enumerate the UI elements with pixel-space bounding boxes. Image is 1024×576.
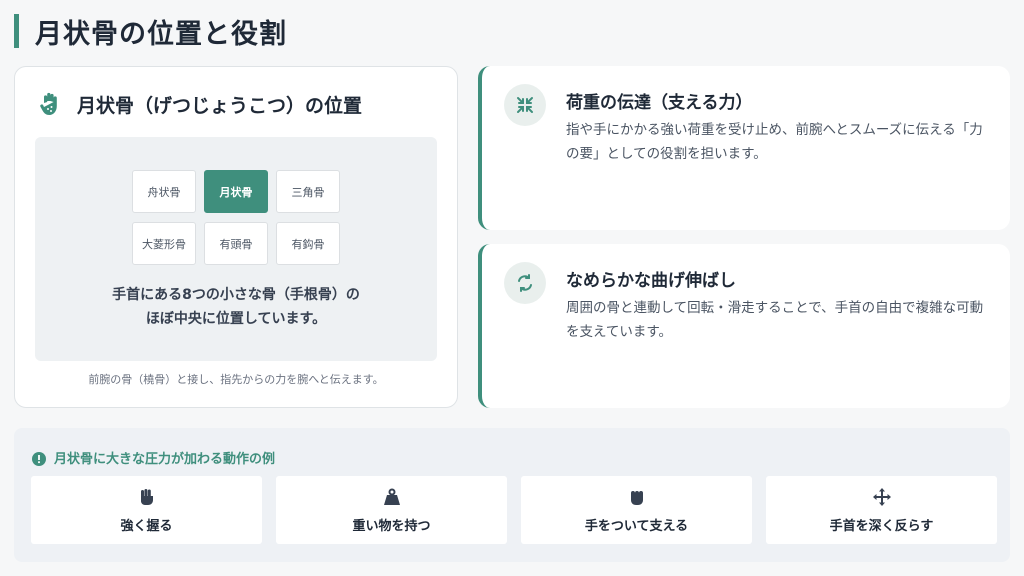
- example-extend: 手首を深く反らす: [766, 476, 997, 544]
- bone-lunate-highlighted: 月状骨: [204, 170, 268, 213]
- bone-triquetrum: 三角骨: [276, 170, 340, 213]
- example-lift: 重い物を持つ: [276, 476, 507, 544]
- rotate-icon: [504, 262, 546, 304]
- role-title-load: 荷重の伝達（支える力）: [566, 93, 753, 113]
- example-grip: 強く握る: [31, 476, 262, 544]
- bone-caption-line1: 手首にある8つの小さな骨（手根骨）の: [112, 287, 360, 303]
- bone-caption-line2: ほぼ中央に位置しています。: [145, 311, 327, 327]
- role-text-motion: 周囲の骨と連動して回転・滑走することで、手首の自由で複雑な可動を支えています。: [566, 300, 984, 340]
- role-text-load: 指や手にかかる強い荷重を受け止め、前腕へとスムーズに伝える「力の要」としての役割…: [566, 122, 983, 162]
- position-card: 月状骨（げつじょうこつ）の位置 舟状骨 月状骨 三角骨 大菱形骨 有頭骨 有鈎骨…: [14, 66, 458, 408]
- compress-icon: [504, 84, 546, 126]
- position-note: 前腕の骨（橈骨）と接し、指先からの力を腕へと伝えます。: [88, 373, 384, 386]
- position-card-title: 月状骨（げつじょうこつ）の位置: [77, 94, 363, 117]
- arrows-move-icon: [872, 487, 892, 507]
- role-card-load: 荷重の伝達（支える力） 指や手にかかる強い荷重を受け止め、前腕へとスムーズに伝え…: [478, 66, 1010, 230]
- bone-capitate: 有頭骨: [204, 222, 268, 265]
- examples-header: 月状骨に大きな圧力が加わる動作の例: [32, 448, 275, 467]
- examples-title: 月状骨に大きな圧力が加わる動作の例: [54, 452, 276, 467]
- hand-rock-icon: [627, 487, 647, 507]
- position-card-header: 月状骨（げつじょうこつ）の位置: [37, 89, 362, 119]
- example-extend-label: 手首を深く反らす: [829, 518, 934, 534]
- fist-icon: [137, 487, 157, 507]
- bone-trapezium: 大菱形骨: [132, 222, 196, 265]
- example-support-label: 手をついて支える: [584, 518, 689, 534]
- carpal-bone-grid: 舟状骨 月状骨 三角骨 大菱形骨 有頭骨 有鈎骨: [132, 170, 340, 265]
- role-title-motion: なめらかな曲げ伸ばし: [566, 271, 736, 291]
- pressure-examples-section: 月状骨に大きな圧力が加わる動作の例 強く握る 重い物を持つ 手をついて支える 手…: [14, 428, 1010, 562]
- bone-scaphoid: 舟状骨: [132, 170, 196, 213]
- example-support: 手をついて支える: [521, 476, 752, 544]
- examples-row: 強く握る 重い物を持つ 手をついて支える 手首を深く反らす: [31, 476, 997, 544]
- weight-icon: [382, 487, 402, 507]
- page-title: 月状骨の位置と役割: [35, 18, 287, 50]
- hand-icon: [37, 90, 65, 118]
- bone-caption: 手首にある8つの小さな骨（手根骨）の ほぼ中央に位置しています。: [35, 283, 437, 331]
- page-title-bar: 月状骨の位置と役割: [14, 14, 287, 50]
- bone-hamate: 有鈎骨: [276, 222, 340, 265]
- role-card-motion: なめらかな曲げ伸ばし 周囲の骨と連動して回転・滑走することで、手首の自由で複雑な…: [478, 244, 1010, 408]
- alert-icon: [32, 451, 46, 466]
- bone-diagram-panel: 舟状骨 月状骨 三角骨 大菱形骨 有頭骨 有鈎骨 手首にある8つの小さな骨（手根…: [35, 137, 437, 361]
- example-lift-label: 重い物を持つ: [352, 518, 431, 534]
- example-grip-label: 強く握る: [120, 518, 173, 534]
